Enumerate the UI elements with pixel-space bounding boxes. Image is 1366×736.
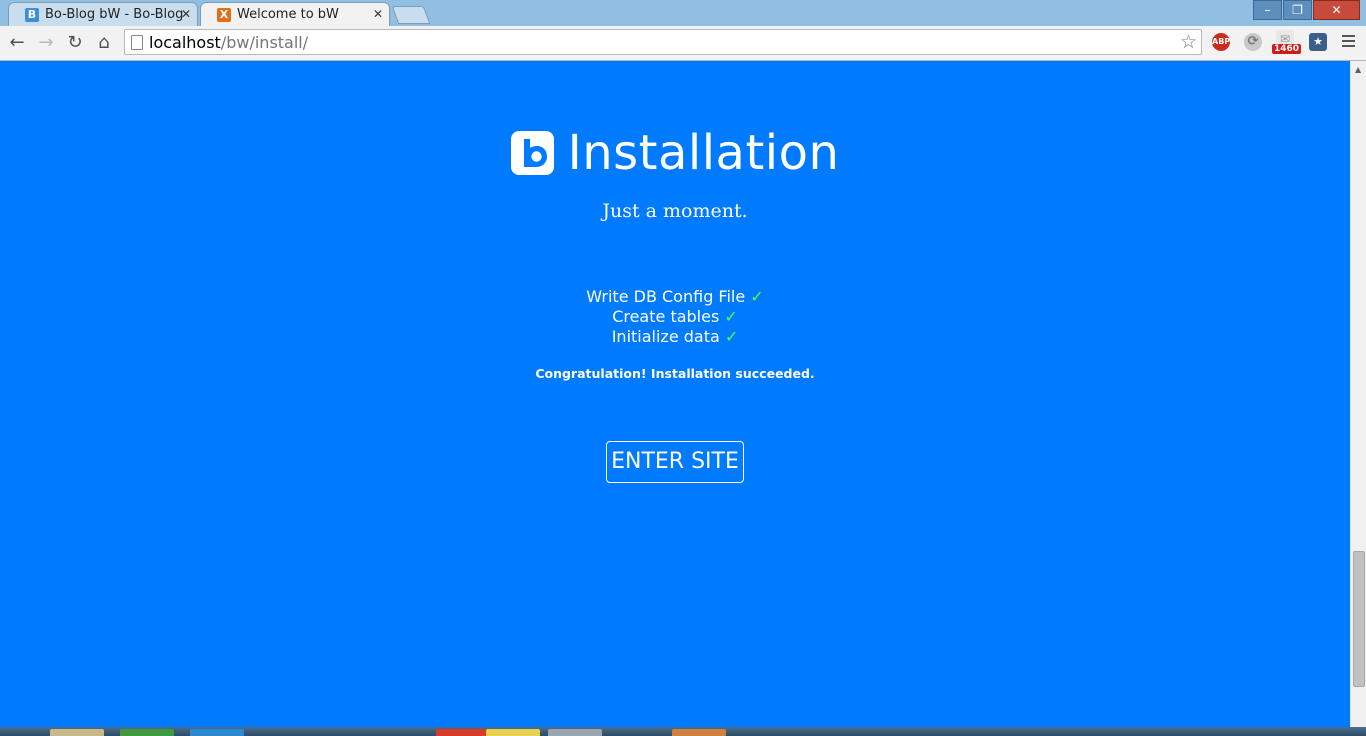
taskbar-item[interactable] bbox=[548, 729, 602, 736]
tab-welcome[interactable]: X Welcome to bW ✕ bbox=[200, 2, 390, 26]
step-item: Create tables ✓ bbox=[0, 307, 1350, 327]
close-icon[interactable]: ✕ bbox=[373, 7, 383, 21]
restore-icon[interactable]: ❐ bbox=[1283, 0, 1312, 20]
window-controls: – ❐ ✕ bbox=[1252, 0, 1360, 20]
subtitle: Just a moment. bbox=[602, 200, 748, 222]
bo-blog-favicon-icon: B bbox=[25, 8, 39, 22]
install-page: Installation Just a moment. Write DB Con… bbox=[0, 61, 1350, 727]
heading-row: Installation bbox=[0, 125, 1350, 181]
url-host: localhost bbox=[149, 33, 221, 52]
check-icon: ✓ bbox=[724, 327, 739, 346]
home-icon[interactable]: ⌂ bbox=[93, 32, 115, 54]
check-icon: ✓ bbox=[724, 307, 738, 326]
step-item: Write DB Config File ✓ bbox=[0, 287, 1350, 307]
bw-favicon-icon: X bbox=[217, 8, 231, 22]
new-tab-button[interactable] bbox=[391, 6, 431, 24]
step-item: Initialize data ✓ bbox=[0, 327, 1350, 347]
page-title: Installation bbox=[567, 125, 840, 181]
menu-icon[interactable] bbox=[1342, 35, 1355, 50]
close-icon[interactable]: ✕ bbox=[181, 7, 191, 21]
taskbar-item[interactable] bbox=[672, 729, 726, 736]
back-arrow-icon[interactable]: ← bbox=[6, 32, 28, 54]
step-label: Initialize data bbox=[611, 327, 720, 346]
check-icon: ✓ bbox=[750, 287, 764, 306]
enter-site-button[interactable]: ENTER SITE bbox=[606, 441, 744, 483]
reload-icon[interactable]: ↻ bbox=[64, 32, 86, 54]
install-steps: Write DB Config File ✓ Create tables ✓ I… bbox=[0, 287, 1350, 347]
browser-toolbar: ← → ↻ ⌂ localhost/bw/install/ ☆ ABP ⟳ ✉ … bbox=[0, 26, 1366, 61]
close-window-icon[interactable]: ✕ bbox=[1313, 0, 1360, 20]
mail-count-badge: 1460 bbox=[1272, 44, 1302, 54]
page-icon bbox=[131, 35, 143, 50]
os-taskbar bbox=[0, 727, 1366, 736]
step-label: Write DB Config File bbox=[586, 287, 746, 306]
success-message: Congratulation! Installation succeeded. bbox=[535, 366, 815, 381]
taskbar-item[interactable] bbox=[190, 729, 244, 736]
step-label: Create tables bbox=[612, 307, 720, 326]
address-bar[interactable]: localhost/bw/install/ ☆ bbox=[124, 29, 1202, 55]
scroll-thumb[interactable] bbox=[1353, 551, 1365, 687]
forward-arrow-icon[interactable]: → bbox=[35, 32, 57, 54]
bookmark-star-icon[interactable]: ☆ bbox=[1180, 31, 1197, 53]
bookmark-manager-icon[interactable]: ★ bbox=[1309, 33, 1327, 51]
scroll-up-icon[interactable]: ▲ bbox=[1355, 65, 1361, 74]
taskbar-item[interactable] bbox=[486, 729, 540, 736]
minimize-icon[interactable]: – bbox=[1253, 0, 1282, 20]
taskbar-item[interactable] bbox=[50, 729, 104, 736]
sync-icon[interactable]: ⟳ bbox=[1244, 33, 1262, 51]
adblock-icon[interactable]: ABP bbox=[1212, 33, 1230, 51]
tab-title: Welcome to bW bbox=[237, 7, 339, 22]
url-text: localhost/bw/install/ bbox=[149, 33, 308, 52]
tab-bo-blog[interactable]: B Bo-Blog bW - Bo-Blog ✕ bbox=[8, 2, 198, 26]
taskbar-item[interactable] bbox=[120, 729, 174, 736]
tab-strip: B Bo-Blog bW - Bo-Blog ✕ X Welcome to bW… bbox=[0, 0, 1366, 26]
url-path: /bw/install/ bbox=[220, 33, 309, 52]
bw-logo-icon bbox=[510, 131, 554, 175]
vertical-scrollbar[interactable]: ▲ bbox=[1350, 61, 1366, 727]
tab-title: Bo-Blog bW - Bo-Blog bbox=[45, 7, 184, 22]
taskbar-item[interactable] bbox=[436, 729, 490, 736]
